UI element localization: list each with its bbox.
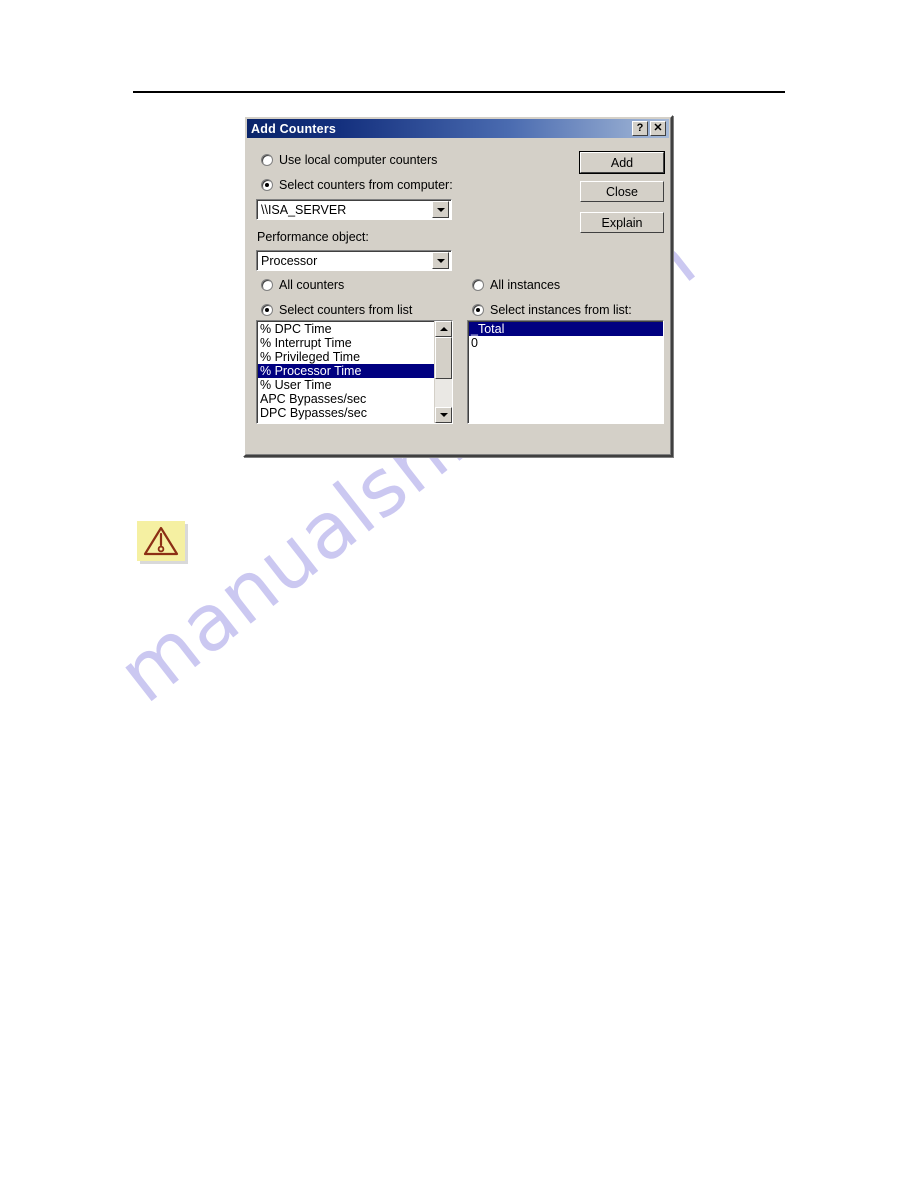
chevron-down-icon-computer[interactable] — [432, 201, 449, 218]
list-item[interactable]: % DPC Time — [258, 322, 434, 336]
dialog-titlebar[interactable]: Add Counters ? ✕ — [247, 119, 669, 138]
warning-triangle-icon — [143, 526, 179, 556]
radio-all-counters[interactable]: All counters — [261, 278, 344, 292]
add-counters-dialog: Add Counters ? ✕ Use local computer coun… — [243, 115, 673, 457]
chevron-down-icon-object[interactable] — [432, 252, 449, 269]
performance-object-value: Processor — [261, 253, 318, 268]
arrow-down-glyph-object — [436, 258, 445, 263]
close-button[interactable]: Close — [580, 181, 664, 202]
warning-note — [137, 521, 188, 564]
titlebar-buttons: ? ✕ — [632, 121, 669, 136]
note-paper — [137, 521, 185, 561]
list-item[interactable]: 0 — [469, 336, 663, 350]
radio-select-from-computer[interactable]: Select counters from computer: — [261, 178, 453, 192]
radio-label-all-counters: All counters — [279, 278, 345, 292]
radio-label-instances-list: Select instances from list: — [490, 303, 632, 317]
arrow-down-glyph — [439, 413, 448, 417]
list-item[interactable]: APC Bypasses/sec — [258, 392, 434, 406]
scroll-down-icon[interactable] — [435, 407, 452, 423]
counters-list-scrollbar[interactable] — [434, 321, 452, 423]
radio-label-all-instances: All instances — [490, 278, 561, 292]
computer-combobox-value: \\ISA_SERVER — [261, 202, 347, 217]
arrow-down-glyph-computer — [436, 207, 445, 212]
close-icon[interactable]: ✕ — [650, 121, 666, 136]
performance-object-combobox[interactable]: Processor — [256, 250, 452, 271]
radio-label-remote: Select counters from computer: — [279, 178, 453, 192]
page-header-rule — [133, 91, 785, 93]
instances-listbox[interactable]: _Total 0 — [467, 320, 664, 424]
list-item[interactable]: DPC Bypasses/sec — [258, 406, 434, 420]
radio-use-local-counters[interactable]: Use local computer counters — [261, 153, 437, 167]
radio-label-local: Use local computer counters — [279, 153, 438, 167]
radio-all-instances[interactable]: All instances — [472, 278, 560, 292]
list-item-selected[interactable]: _Total — [469, 322, 663, 336]
radio-label-counters-list: Select counters from list — [279, 303, 413, 317]
radio-indicator-local — [261, 154, 273, 166]
explain-button[interactable]: Explain — [580, 212, 664, 233]
list-item[interactable]: % User Time — [258, 378, 434, 392]
radio-indicator-all-counters — [261, 279, 273, 291]
arrow-up-glyph — [439, 327, 448, 331]
help-icon[interactable]: ? — [632, 121, 648, 136]
list-item-selected[interactable]: % Processor Time — [258, 364, 434, 378]
scrollbar-thumb[interactable] — [435, 337, 452, 379]
radio-indicator-instances-list — [472, 304, 484, 316]
dialog-title: Add Counters — [251, 121, 337, 136]
computer-combobox[interactable]: \\ISA_SERVER — [256, 199, 452, 220]
radio-select-counters-from-list[interactable]: Select counters from list — [261, 303, 412, 317]
radio-indicator-all-instances — [472, 279, 484, 291]
radio-select-instances-from-list[interactable]: Select instances from list: — [472, 303, 632, 317]
instances-list-items: _Total 0 — [468, 321, 663, 423]
radio-indicator-remote — [261, 179, 273, 191]
counters-listbox[interactable]: % DPC Time % Interrupt Time % Privileged… — [256, 320, 453, 424]
performance-object-label: Performance object: — [257, 230, 369, 244]
list-item[interactable]: % Privileged Time — [258, 350, 434, 364]
counters-list-items: % DPC Time % Interrupt Time % Privileged… — [257, 321, 434, 423]
scrollbar-track[interactable] — [435, 337, 452, 407]
add-button[interactable]: Add — [579, 151, 665, 174]
radio-indicator-counters-list — [261, 304, 273, 316]
list-item[interactable]: % Interrupt Time — [258, 336, 434, 350]
scroll-up-icon[interactable] — [435, 321, 452, 337]
